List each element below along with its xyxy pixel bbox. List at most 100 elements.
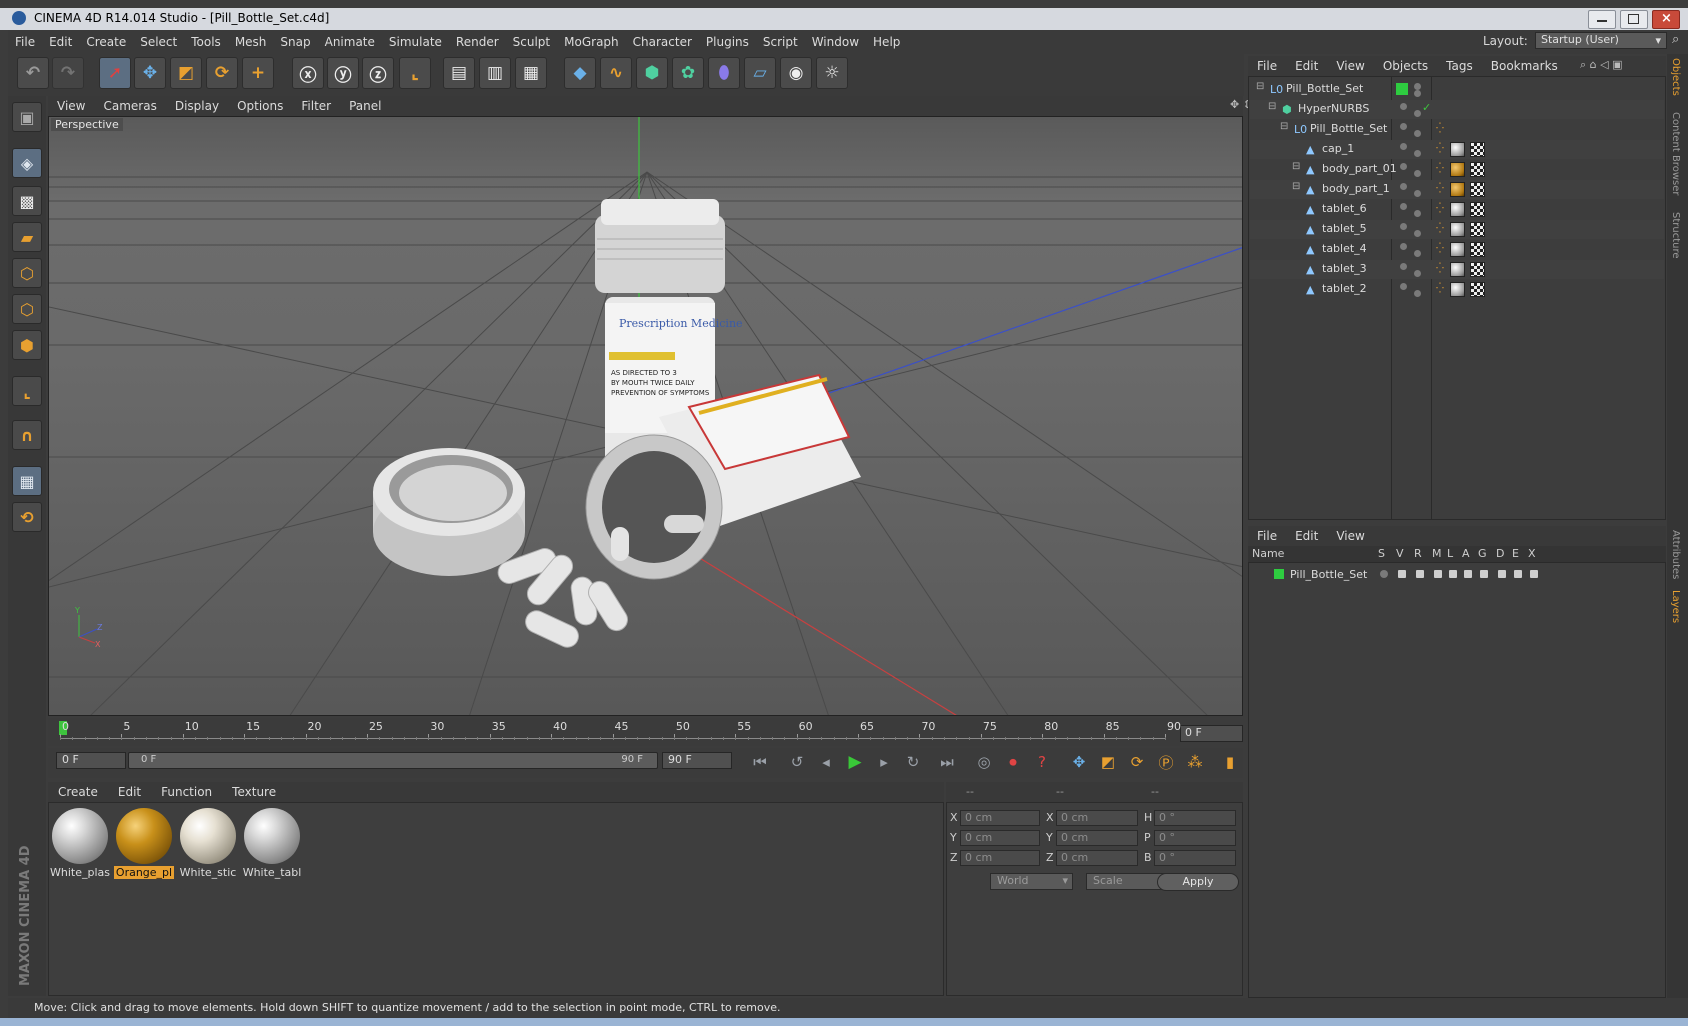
workplane-lock-icon[interactable]: ▦ (12, 466, 42, 496)
undo-icon[interactable]: ↶ (17, 57, 49, 89)
rotate-icon[interactable]: ⟳ (206, 57, 238, 89)
object-row[interactable]: ▲ tablet_4 ⁛ (1250, 240, 1664, 259)
z-axis-icon[interactable]: ⓩ (362, 57, 394, 89)
close-button[interactable]: × (1652, 10, 1680, 29)
layer-column-e[interactable]: E (1512, 547, 1519, 560)
x-axis-icon[interactable]: ⓧ (292, 57, 324, 89)
material-tag-icon[interactable] (1450, 142, 1465, 157)
object-menu-edit[interactable]: Edit (1295, 59, 1318, 73)
render-view-icon[interactable]: ▤ (443, 57, 475, 89)
render-visibility-dot[interactable] (1414, 230, 1421, 237)
texture-mode-icon[interactable]: ▩ (12, 186, 42, 216)
expand-toggle-icon[interactable]: ⊟ (1292, 181, 1300, 192)
material-tag-icon[interactable] (1450, 182, 1465, 197)
editor-visibility-dot[interactable] (1400, 123, 1407, 130)
menu-script[interactable]: Script (763, 35, 798, 49)
material-menu-edit[interactable]: Edit (118, 785, 141, 799)
layer-lock-icon[interactable] (1449, 570, 1457, 578)
position-field[interactable]: 0 cm (960, 830, 1040, 846)
key-scale-icon[interactable]: ◩ (1096, 751, 1120, 773)
key-rotation-icon[interactable]: ⟳ (1125, 751, 1149, 773)
object-name[interactable]: tablet_2 (1322, 282, 1367, 295)
keyframe-selection-icon[interactable]: ? (1030, 751, 1054, 773)
object-row[interactable]: ▲ tablet_2 ⁛ (1250, 280, 1664, 299)
menu-tools[interactable]: Tools (191, 35, 221, 49)
go-to-start-icon[interactable]: ⏮ (748, 751, 772, 773)
layer-deformers-icon[interactable] (1498, 570, 1506, 578)
object-row[interactable]: ▲ tablet_6 ⁛ (1250, 200, 1664, 219)
minimize-button[interactable] (1588, 10, 1616, 29)
position-field[interactable]: 0 cm (960, 810, 1040, 826)
autokey-icon[interactable]: ⏺ (1001, 751, 1025, 773)
floor-icon[interactable]: ▱ (744, 57, 776, 89)
uvw-tag-icon[interactable] (1470, 202, 1485, 217)
menu-help[interactable]: Help (873, 35, 900, 49)
layer-expressions-icon[interactable] (1514, 570, 1522, 578)
material-swatch[interactable]: White_plas (50, 806, 110, 880)
last-tool-icon[interactable]: + (242, 57, 274, 89)
render-visibility-dot[interactable] (1414, 190, 1421, 197)
3d-viewport[interactable]: Prescription Medicine AS DIRECTED TO 3 B… (48, 116, 1243, 716)
material-swatch[interactable]: White_tabl (242, 806, 302, 880)
soft-selection-icon[interactable]: ⟲ (12, 502, 42, 532)
key-point-level-icon[interactable]: ⁂ (1183, 751, 1207, 773)
snap-magnet-icon[interactable]: ∩ (12, 420, 42, 450)
start-frame-field[interactable]: 0 F (56, 752, 126, 769)
camera-icon[interactable]: ◉ (780, 57, 812, 89)
phong-tag-icon[interactable]: ⁛ (1436, 243, 1445, 254)
menu-create[interactable]: Create (86, 35, 126, 49)
object-name[interactable]: tablet_3 (1322, 262, 1367, 275)
object-row[interactable]: ⊟ ▲ body_part_01 ⁛ (1250, 160, 1664, 179)
layer-row[interactable]: Pill_Bottle_Set (1250, 566, 1664, 585)
render-visibility-dot[interactable] (1414, 210, 1421, 217)
previous-frame-icon[interactable]: ◂ (814, 751, 838, 773)
editor-visibility-dot[interactable] (1400, 243, 1407, 250)
menu-plugins[interactable]: Plugins (706, 35, 749, 49)
uvw-tag-icon[interactable] (1470, 222, 1485, 237)
redo-icon[interactable]: ↷ (52, 57, 84, 89)
object-manager-nav-icons[interactable]: ⌕ ⌂ ◁ ▣ (1580, 58, 1623, 72)
tab-attributes[interactable]: Attributes (1670, 530, 1681, 579)
size-field[interactable]: 0 cm (1056, 850, 1138, 866)
layer-column-r[interactable]: R (1414, 547, 1422, 560)
nurbs-icon[interactable]: ⬢ (636, 57, 668, 89)
phong-tag-icon[interactable]: ⁛ (1436, 283, 1445, 294)
object-row[interactable]: ▲ cap_1 ⁛ (1250, 140, 1664, 159)
frame-range-slider[interactable]: 0 F 90 F (128, 752, 658, 769)
object-name[interactable]: body_part_01 (1322, 162, 1397, 175)
uvw-tag-icon[interactable] (1470, 282, 1485, 297)
go-to-end-icon[interactable]: ⏭ (935, 751, 959, 773)
material-menu-texture[interactable]: Texture (232, 785, 276, 799)
tab-layers[interactable]: Layers (1670, 590, 1681, 623)
layer-column-s[interactable]: S (1378, 547, 1385, 560)
rotation-field[interactable]: 0 ° (1154, 830, 1236, 846)
layer-solo-dot[interactable] (1380, 570, 1388, 578)
object-menu-objects[interactable]: Objects (1383, 59, 1428, 73)
end-frame-field[interactable]: 90 F (662, 752, 732, 769)
editor-visibility-dot[interactable] (1414, 83, 1421, 90)
material-menu-function[interactable]: Function (161, 785, 212, 799)
play-icon[interactable]: ▶ (843, 751, 867, 773)
material-tag-icon[interactable] (1450, 222, 1465, 237)
layer-column-d[interactable]: D (1496, 547, 1504, 560)
menu-render[interactable]: Render (456, 35, 499, 49)
y-axis-icon[interactable]: ⓨ (327, 57, 359, 89)
phong-tag-icon[interactable]: ⁛ (1436, 223, 1445, 234)
phong-tag-icon[interactable]: ⁛ (1436, 263, 1445, 274)
record-keys-icon[interactable]: ◎ (972, 751, 996, 773)
axis-mode-icon[interactable]: ⌞ (12, 376, 42, 406)
object-row[interactable]: ▲ tablet_5 ⁛ (1250, 220, 1664, 239)
layer-color-swatch[interactable] (1274, 569, 1284, 579)
light-icon[interactable]: ☼ (816, 57, 848, 89)
material-tag-icon[interactable] (1450, 242, 1465, 257)
layer-menu-edit[interactable]: Edit (1295, 529, 1318, 543)
editor-visibility-dot[interactable] (1400, 163, 1407, 170)
next-key-icon[interactable]: ↻ (901, 751, 925, 773)
menu-edit[interactable]: Edit (49, 35, 72, 49)
position-field[interactable]: 0 cm (960, 850, 1040, 866)
expand-toggle-icon[interactable]: ⊟ (1268, 101, 1276, 112)
restore-button[interactable] (1620, 10, 1648, 29)
menu-select[interactable]: Select (140, 35, 177, 49)
polygons-mode-icon[interactable]: ⬢ (12, 330, 42, 360)
enabled-check-icon[interactable]: ✓ (1422, 101, 1431, 114)
